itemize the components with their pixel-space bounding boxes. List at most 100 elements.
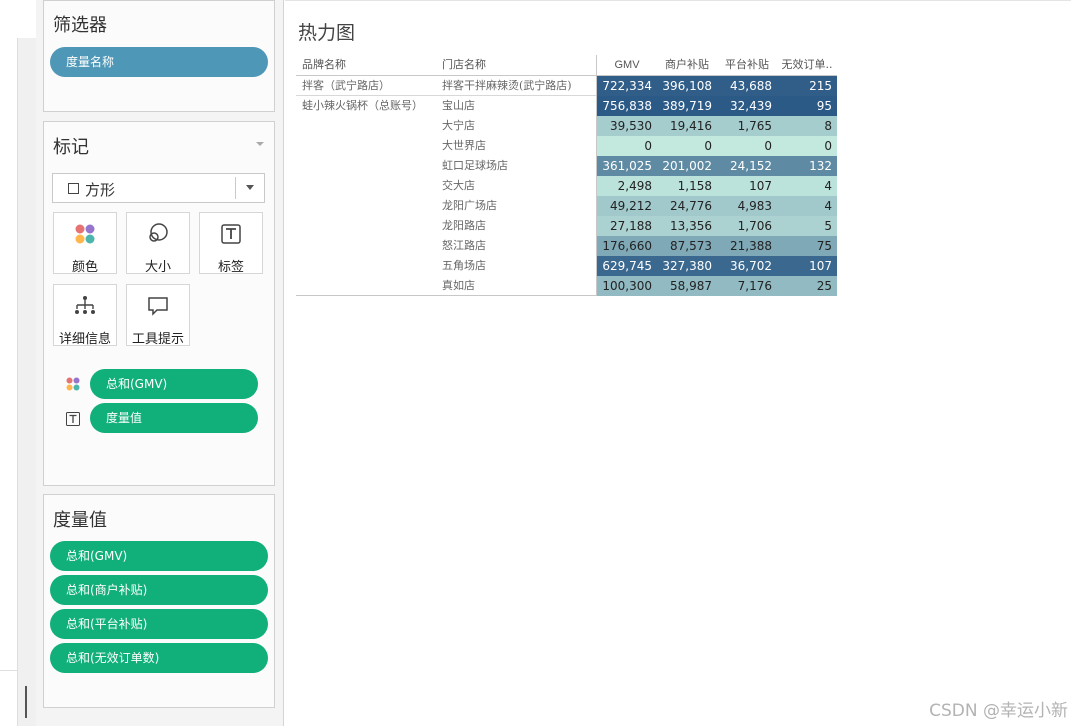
heatmap-cell[interactable]: 19,416 [657,116,717,136]
label-icon [200,221,262,247]
heatmap-cell[interactable]: 25 [777,276,837,296]
store-label[interactable]: 怒江路店 [442,236,486,256]
column-header-gmv[interactable]: GMV [597,55,657,76]
heatmap-cell[interactable]: 13,356 [657,216,717,236]
color-button-label: 颜色 [71,260,98,275]
measure-pill-merchant-subsidy[interactable]: 总和(商户补贴) [50,575,268,605]
heatmap-cell[interactable]: 36,702 [717,256,777,276]
size-button[interactable]: 大小 [126,212,190,275]
chevron-down-icon[interactable] [246,185,254,190]
heatmap-cell[interactable]: 132 [777,156,837,176]
color-button[interactable]: 颜色 [53,212,117,275]
color-field-pill[interactable]: 总和(GMV) [90,369,258,399]
heatmap-cell[interactable]: 629,745 [597,256,657,276]
measure-pill-platform-subsidy[interactable]: 总和(平台补贴) [50,609,268,639]
measure-pill-invalid-orders[interactable]: 总和(无效订单数) [50,643,268,673]
heatmap-cell[interactable]: 722,334 [597,76,657,96]
column-header-platform-subsidy[interactable]: 平台补贴 [717,55,777,76]
heatmap-cell[interactable]: 176,660 [597,236,657,256]
heatmap-cell[interactable]: 0 [657,136,717,156]
detail-button[interactable]: 详细信息 [53,284,117,347]
store-label[interactable]: 交大店 [442,176,475,196]
heatmap-cell[interactable]: 327,380 [657,256,717,276]
label-field-pill[interactable]: 度量值 [90,403,258,433]
heatmap-cell[interactable]: 0 [777,136,837,156]
store-label[interactable]: 真如店 [442,276,475,296]
heatmap-cell[interactable]: 361,025 [597,156,657,176]
heatmap-cell[interactable]: 32,439 [717,96,777,116]
column-header-invalid-orders[interactable]: 无效订单.. [777,55,837,76]
measure-pill-gmv[interactable]: 总和(GMV) [50,541,268,571]
heatmap-cell[interactable]: 39,530 [597,116,657,136]
filter-pill-measure-names[interactable]: 度量名称 [50,47,268,77]
heatmap-cell[interactable]: 4 [777,176,837,196]
heatmap-cell[interactable]: 2,498 [597,176,657,196]
filters-card: 筛选器 度量名称 [43,0,275,112]
heatmap-cell[interactable]: 396,108 [657,76,717,96]
store-label[interactable]: 虹口足球场店 [442,156,508,176]
heatmap-cell[interactable]: 107 [717,176,777,196]
detail-button-label: 详细信息 [58,332,111,347]
heatmap-cell[interactable]: 4 [777,196,837,216]
dropdown-separator [235,177,236,199]
square-icon [68,183,79,194]
color-icon [54,221,116,247]
store-label[interactable]: 龙阳路店 [442,216,486,236]
store-label[interactable]: 五角场店 [442,256,486,276]
heatmap-cell[interactable]: 756,838 [597,96,657,116]
heatmap-cell[interactable]: 215 [777,76,837,96]
column-header-store[interactable]: 门店名称 [442,55,597,76]
measure-values-title: 度量值 [53,510,107,531]
tooltip-icon [127,293,189,319]
heatmap-cell[interactable]: 100,300 [597,276,657,296]
mark-type-value: 方形 [85,181,116,199]
heatmap-cell[interactable]: 24,776 [657,196,717,216]
column-header-merchant-subsidy[interactable]: 商户补贴 [657,55,717,76]
heatmap-cell[interactable]: 0 [717,136,777,156]
size-button-label: 大小 [144,260,171,275]
heatmap-cell[interactable]: 201,002 [657,156,717,176]
heatmap-cell[interactable]: 21,388 [717,236,777,256]
store-label[interactable]: 宝山店 [442,96,475,116]
heatmap-cell[interactable]: 7,176 [717,276,777,296]
brand-label-waxiaola[interactable]: 蛙小辣火锅杯（总账号） [302,96,423,116]
label-button[interactable]: 标签 [199,212,263,275]
heatmap-cell[interactable]: 0 [597,136,657,156]
heatmap-cell[interactable]: 8 [777,116,837,136]
scroll-handle[interactable] [25,686,27,718]
measure-values-card: 度量值 总和(GMV) 总和(商户补贴) 总和(平台补贴) 总和(无效订单数) [43,494,275,708]
marks-menu-caret-icon[interactable] [256,142,264,146]
heatmap-cell[interactable]: 49,212 [597,196,657,216]
color-icon [66,376,80,395]
left-strip-divider [0,670,17,671]
tooltip-button[interactable]: 工具提示 [126,284,190,347]
heatmap-cell[interactable]: 1,765 [717,116,777,136]
heatmap-cell[interactable]: 1,706 [717,216,777,236]
store-label[interactable]: 拌客干拌麻辣烫(武宁路店) [442,76,572,96]
heatmap-cell[interactable]: 107 [777,256,837,276]
heatmap-cell[interactable]: 87,573 [657,236,717,256]
heatmap-cell[interactable]: 4,983 [717,196,777,216]
left-strip-panel [17,38,36,726]
store-label[interactable]: 大世界店 [442,136,486,156]
left-strip [0,0,36,726]
heatmap-cell[interactable]: 75 [777,236,837,256]
mark-type-dropdown[interactable]: 方形 [52,173,265,203]
size-icon [127,221,189,247]
heatmap-cell[interactable]: 5 [777,216,837,236]
filters-title: 筛选器 [53,15,107,36]
label-icon [66,411,80,430]
heatmap-cell[interactable]: 95 [777,96,837,116]
heatmap-cell[interactable]: 1,158 [657,176,717,196]
heatmap-cell[interactable]: 24,152 [717,156,777,176]
heatmap-cell[interactable]: 389,719 [657,96,717,116]
brand-label-bank[interactable]: 拌客（武宁路店） [302,76,390,96]
detail-icon [54,293,116,319]
marks-title: 标记 [53,137,89,158]
heatmap-cell[interactable]: 27,188 [597,216,657,236]
store-label[interactable]: 龙阳广场店 [442,196,497,216]
column-header-brand[interactable]: 品牌名称 [302,55,442,76]
store-label[interactable]: 大宁店 [442,116,475,136]
heatmap-cell[interactable]: 43,688 [717,76,777,96]
heatmap-cell[interactable]: 58,987 [657,276,717,296]
